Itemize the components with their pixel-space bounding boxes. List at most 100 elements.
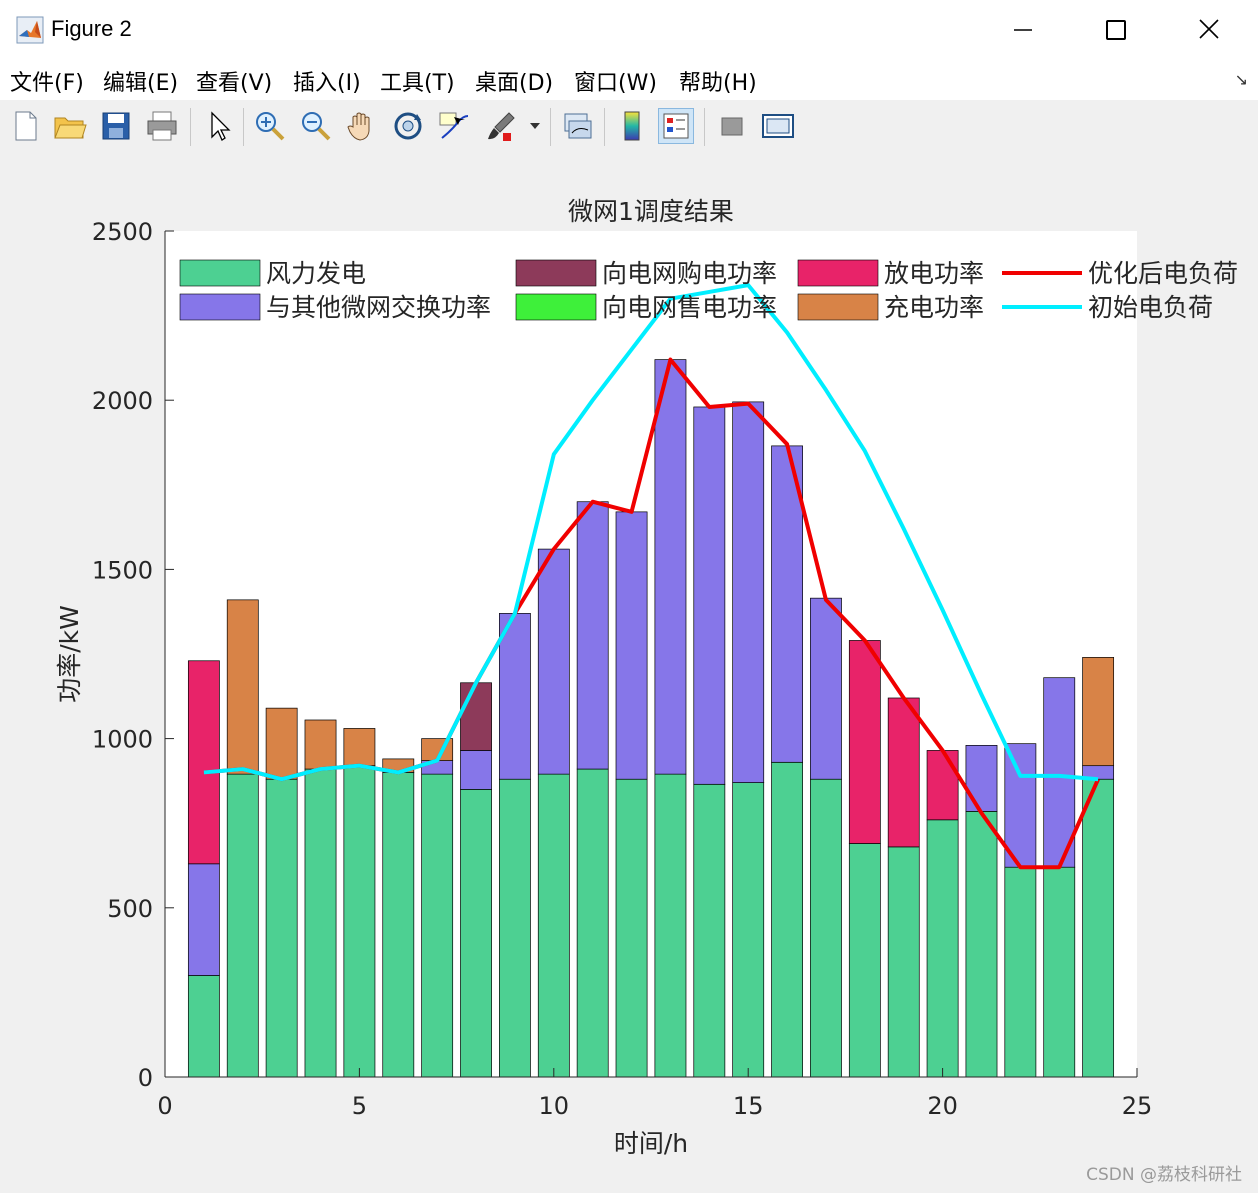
pan-button[interactable] bbox=[344, 108, 380, 144]
bar-series-0 bbox=[499, 778, 531, 1078]
bar-series-0 bbox=[848, 843, 881, 1078]
legend-swatch-2 bbox=[515, 259, 597, 287]
data-cursor-button[interactable] bbox=[436, 108, 472, 144]
show-plot-tools-button[interactable] bbox=[760, 108, 796, 144]
menu-edit[interactable]: 编辑(E) bbox=[103, 65, 178, 97]
bar-series-0 bbox=[421, 773, 454, 1078]
open-file-button[interactable] bbox=[52, 108, 88, 144]
bar-series-5 bbox=[304, 719, 337, 770]
window-title: Figure 2 bbox=[51, 16, 132, 41]
legend-label-5: 充电功率 bbox=[884, 293, 984, 322]
rotate-3d-button[interactable] bbox=[390, 108, 426, 144]
menu-window[interactable]: 窗口(W) bbox=[574, 65, 657, 97]
link-plot-icon bbox=[564, 113, 592, 139]
menu-file[interactable]: 文件(F) bbox=[10, 65, 84, 97]
legend-label-6: 优化后电负荷 bbox=[1088, 259, 1238, 288]
menu-overflow-icon[interactable]: ↘ bbox=[1235, 70, 1248, 89]
zoom-in-button[interactable] bbox=[252, 108, 288, 144]
x-tick-label: 0 bbox=[157, 1092, 172, 1120]
bar-series-1 bbox=[810, 597, 842, 780]
maximize-button[interactable] bbox=[1086, 8, 1146, 52]
save-button[interactable] bbox=[98, 108, 134, 144]
menu-insert[interactable]: 插入(I) bbox=[293, 65, 361, 97]
minimize-button[interactable] bbox=[992, 8, 1052, 52]
legend-swatch-4 bbox=[797, 259, 879, 287]
insert-colorbar-button[interactable] bbox=[614, 108, 650, 144]
y-axis-label: 功率/kW bbox=[55, 605, 84, 703]
close-button[interactable] bbox=[1180, 8, 1240, 52]
chart: 微网1调度结果 0 5 10 15 20 25 0 500 1000 1500 2000 2500 风… bbox=[55, 197, 1238, 1158]
bar-series-0 bbox=[382, 772, 415, 1078]
legend-swatch-0 bbox=[179, 259, 261, 287]
save-icon bbox=[102, 112, 130, 140]
figure-canvas: 微网1调度结果 0 5 10 15 20 25 0 500 1000 1500 2000 2500 风… bbox=[0, 152, 1258, 1193]
bar-series-0 bbox=[693, 783, 726, 1078]
bar-series-1 bbox=[654, 359, 687, 775]
new-file-icon bbox=[15, 111, 37, 141]
new-figure-button[interactable] bbox=[8, 108, 44, 144]
colorbar-icon bbox=[624, 111, 640, 141]
bar-series-5 bbox=[1082, 657, 1115, 767]
close-icon bbox=[1199, 19, 1219, 39]
data-cursor-icon bbox=[439, 112, 469, 139]
bar-series-0 bbox=[771, 761, 803, 1078]
show-plot-tools-icon bbox=[762, 114, 794, 138]
chart-title: 微网1调度结果 bbox=[568, 197, 734, 226]
bar-series-1 bbox=[576, 501, 609, 770]
brush-button[interactable] bbox=[484, 108, 520, 144]
bar-series-1 bbox=[693, 406, 726, 785]
legend-label-4: 放电功率 bbox=[884, 259, 984, 288]
link-plot-button[interactable] bbox=[560, 108, 596, 144]
figure-toolbar bbox=[0, 100, 1258, 153]
zoom-out-icon bbox=[302, 112, 331, 141]
y-tick-label: 2000 bbox=[92, 387, 153, 415]
bar-series-0 bbox=[1004, 866, 1037, 1078]
bar-series-0 bbox=[187, 975, 220, 1078]
x-tick-label: 25 bbox=[1122, 1092, 1153, 1120]
bar-series-0 bbox=[226, 773, 259, 1078]
legend-swatch-5 bbox=[797, 293, 879, 321]
bar-series-1 bbox=[187, 863, 220, 976]
menu-tools[interactable]: 工具(T) bbox=[380, 65, 455, 97]
bar-series-0 bbox=[615, 778, 648, 1078]
print-button[interactable] bbox=[144, 108, 180, 144]
window-title-bar: Figure 2 bbox=[0, 0, 1258, 61]
bar-series-5 bbox=[265, 707, 298, 780]
legend-label-1: 与其他微网交换功率 bbox=[266, 293, 491, 322]
edit-plot-button[interactable] bbox=[200, 108, 236, 144]
bar-series-0 bbox=[654, 773, 687, 1078]
menu-help[interactable]: 帮助(H) bbox=[679, 65, 757, 97]
bar-series-0 bbox=[304, 768, 337, 1078]
toolbar-separator bbox=[604, 108, 605, 146]
bar-series-1 bbox=[537, 548, 570, 775]
bar-series-0 bbox=[965, 811, 998, 1078]
menu-bar: 文件(F) 编辑(E) 查看(V) 插入(I) 工具(T) 桌面(D) 窗口(W… bbox=[0, 60, 1258, 100]
brush-icon bbox=[488, 112, 515, 141]
legend-swatch-1 bbox=[179, 293, 261, 321]
minimize-icon bbox=[1014, 29, 1032, 31]
hide-plot-tools-button[interactable] bbox=[714, 108, 750, 144]
bar-series-1 bbox=[499, 613, 531, 780]
y-tick-label: 1500 bbox=[92, 556, 153, 584]
pointer-icon bbox=[211, 111, 231, 141]
pan-hand-icon bbox=[347, 112, 370, 141]
menu-desktop[interactable]: 桌面(D) bbox=[475, 65, 553, 97]
bar-series-4 bbox=[848, 640, 881, 844]
bar-series-0 bbox=[926, 819, 959, 1078]
x-tick-label: 20 bbox=[927, 1092, 958, 1120]
watermark: CSDN @荔枝科研社 bbox=[1086, 1165, 1242, 1185]
bar-series-1 bbox=[615, 511, 648, 780]
x-tick-label: 10 bbox=[539, 1092, 570, 1120]
toolbar-separator bbox=[190, 108, 191, 146]
menu-view[interactable]: 查看(V) bbox=[196, 65, 272, 97]
legend-label-7: 初始电负荷 bbox=[1088, 293, 1213, 322]
bar-series-0 bbox=[1043, 866, 1076, 1078]
brush-dropdown-button[interactable] bbox=[526, 108, 544, 144]
bar-series-1 bbox=[732, 401, 765, 783]
bar-series-0 bbox=[1082, 778, 1115, 1078]
insert-legend-button[interactable] bbox=[658, 108, 694, 144]
legend-label-2: 向电网购电功率 bbox=[602, 259, 777, 288]
zoom-out-button[interactable] bbox=[298, 108, 334, 144]
bar-series-0 bbox=[810, 778, 842, 1078]
matlab-logo-icon bbox=[16, 16, 44, 44]
